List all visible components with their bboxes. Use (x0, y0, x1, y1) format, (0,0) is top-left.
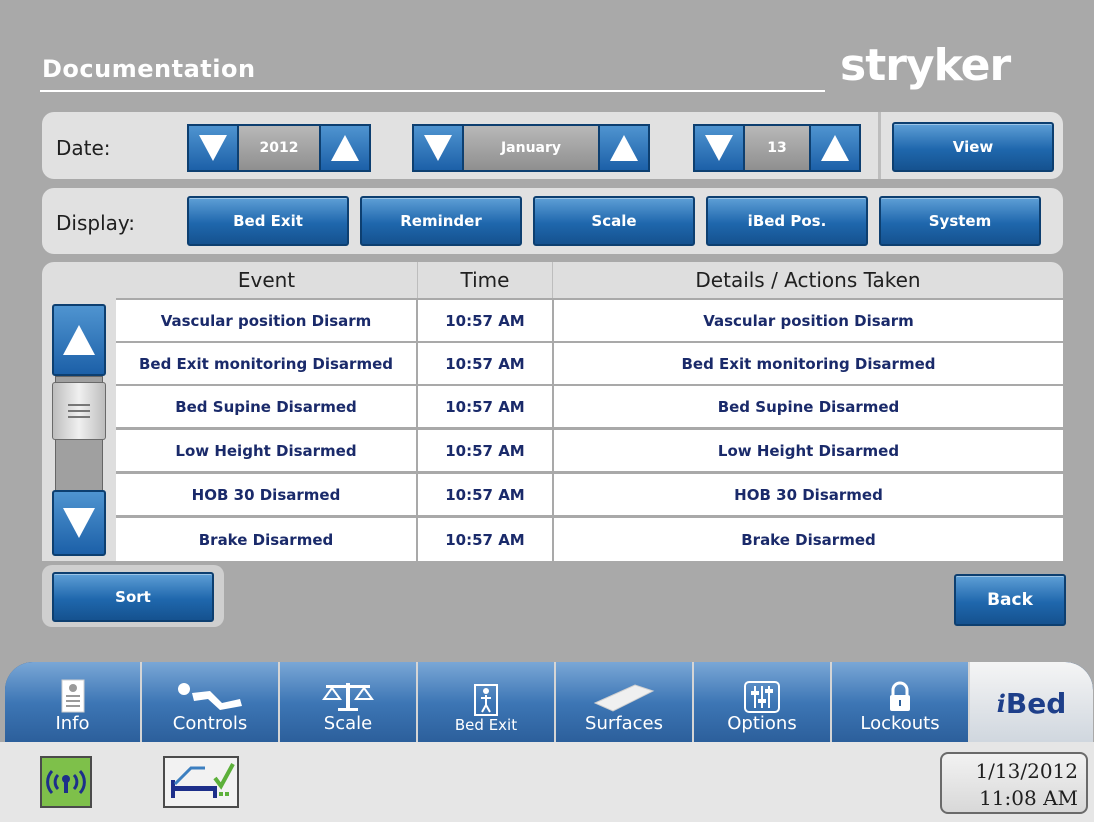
day-down-button[interactable] (693, 124, 745, 172)
arrow-down-icon (199, 135, 227, 161)
scroll-up-button[interactable] (52, 304, 106, 376)
status-date: 1/13/2012 (975, 759, 1078, 783)
table-row[interactable]: Bed Supine Disarmed 10:57 AM Bed Supine … (116, 386, 1063, 427)
cell-details: Low Height Disarmed (554, 430, 1063, 471)
column-header-details: Details / Actions Taken (695, 268, 921, 292)
bed-check-icon (171, 763, 235, 798)
month-up-button[interactable] (598, 124, 650, 172)
display-system-button[interactable]: System (879, 196, 1041, 246)
display-bed-exit-button[interactable]: Bed Exit (187, 196, 349, 246)
year-value: 2012 (239, 124, 319, 172)
nav-tab-controls[interactable]: Controls (142, 662, 280, 744)
scale-icon (322, 683, 374, 711)
patient-bed-icon (178, 683, 242, 710)
date-label: Date: (56, 136, 111, 160)
ibed-prefix: i (996, 688, 1006, 718)
status-time: 11:08 AM (979, 786, 1078, 810)
cell-time: 10:57 AM (418, 430, 552, 471)
arrow-down-icon (63, 508, 95, 538)
bottom-nav-bar: Info Controls Scale Bed Exit Surfaces Op… (5, 662, 1093, 744)
cell-time: 10:57 AM (418, 518, 552, 561)
table-row[interactable]: Vascular position Disarm 10:57 AM Vascul… (116, 300, 1063, 341)
month-down-button[interactable] (412, 124, 464, 172)
cell-event: Bed Supine Disarmed (116, 386, 416, 427)
display-ibed-pos-button[interactable]: iBed Pos. (706, 196, 868, 246)
arrow-up-icon (821, 135, 849, 161)
wireless-status[interactable] (40, 756, 92, 808)
nav-tab-label: Options (727, 713, 797, 734)
cell-details: Vascular position Disarm (554, 300, 1063, 341)
date-time-display[interactable]: 1/13/2012 11:08 AM (940, 752, 1088, 814)
documentation-screen: Documentation stryker Date: 2012 January… (0, 0, 1094, 822)
panel-divider (878, 112, 881, 179)
year-down-button[interactable] (187, 124, 239, 172)
cell-details: HOB 30 Disarmed (554, 474, 1063, 515)
cell-event: HOB 30 Disarmed (116, 474, 416, 515)
lock-icon (890, 681, 910, 711)
ibed-name: Bed (1005, 686, 1067, 720)
cell-time: 10:57 AM (418, 300, 552, 341)
table-row[interactable]: HOB 30 Disarmed 10:57 AM HOB 30 Disarmed (116, 474, 1063, 515)
arrow-down-icon (705, 135, 733, 161)
table-row[interactable]: Bed Exit monitoring Disarmed 10:57 AM Be… (116, 343, 1063, 384)
arrow-down-icon (424, 135, 452, 161)
column-header-event: Event (237, 268, 296, 292)
table-row[interactable]: Brake Disarmed 10:57 AM Brake Disarmed (116, 518, 1063, 561)
nav-tab-surfaces[interactable]: Surfaces (556, 662, 694, 744)
year-up-button[interactable] (319, 124, 371, 172)
scroll-thumb[interactable] (52, 382, 106, 440)
nav-tab-options[interactable]: Options (694, 662, 832, 744)
sliders-icon (744, 681, 780, 713)
nav-tab-bed-exit[interactable]: Bed Exit (418, 662, 556, 744)
nav-tab-label: Surfaces (585, 713, 663, 734)
cell-time: 10:57 AM (418, 386, 552, 427)
info-card-icon (61, 679, 84, 713)
cell-time: 10:57 AM (418, 474, 552, 515)
stryker-logo: stryker (840, 40, 1011, 91)
ibed-brand-tab[interactable]: i Bed (970, 662, 1093, 744)
nav-tab-label: Scale (323, 713, 373, 734)
cell-time: 10:57 AM (418, 343, 552, 384)
nav-tab-label: Info (55, 713, 90, 734)
nav-tab-label: Lockouts (860, 713, 940, 734)
nav-tab-info[interactable]: Info (5, 662, 142, 744)
nav-tab-scale[interactable]: Scale (280, 662, 418, 744)
sort-button[interactable]: Sort (52, 572, 214, 622)
day-up-button[interactable] (809, 124, 861, 172)
nav-tab-label: Bed Exit (454, 716, 518, 734)
day-value: 13 (745, 124, 809, 172)
arrow-up-icon (610, 135, 638, 161)
cell-event: Vascular position Disarm (116, 300, 416, 341)
table-row[interactable]: Low Height Disarmed 10:57 AM Low Height … (116, 430, 1063, 471)
cell-event: Bed Exit monitoring Disarmed (116, 343, 416, 384)
bed-exit-person-icon (474, 684, 498, 716)
cell-event: Brake Disarmed (116, 518, 416, 561)
arrow-up-icon (63, 325, 95, 355)
back-button[interactable]: Back (954, 574, 1066, 626)
title-underline (40, 90, 825, 92)
display-label: Display: (56, 211, 136, 235)
display-scale-button[interactable]: Scale (533, 196, 695, 246)
nav-tab-label: Controls (172, 713, 248, 734)
cell-details: Brake Disarmed (554, 518, 1063, 561)
cell-event: Low Height Disarmed (116, 430, 416, 471)
wireless-signal-icon (46, 769, 86, 795)
scroll-down-button[interactable] (52, 490, 106, 556)
view-button[interactable]: View (892, 122, 1054, 172)
cell-details: Bed Supine Disarmed (554, 386, 1063, 427)
display-reminder-button[interactable]: Reminder (360, 196, 522, 246)
page-title: Documentation (42, 55, 256, 83)
nav-tab-lockouts[interactable]: Lockouts (832, 662, 970, 744)
mattress-icon (593, 684, 655, 712)
cell-details: Bed Exit monitoring Disarmed (554, 343, 1063, 384)
column-header-time: Time (460, 268, 510, 292)
bed-status[interactable] (163, 756, 239, 808)
arrow-up-icon (331, 135, 359, 161)
month-value: January (464, 124, 598, 172)
